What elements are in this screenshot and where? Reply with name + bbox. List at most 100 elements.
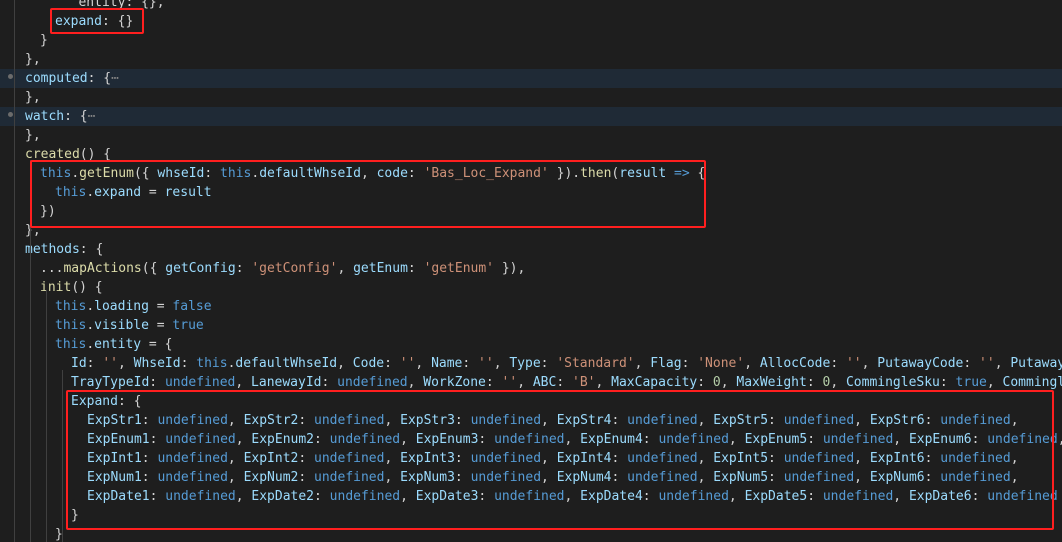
code-token: : {: [64, 109, 88, 124]
code-token: CommingleL: [1002, 375, 1062, 390]
code-token: PutawayCode: [877, 356, 964, 371]
code-token: '': [979, 356, 995, 371]
code-token: this: [55, 318, 87, 333]
code-token: 'B': [572, 375, 596, 390]
code-token: 0: [712, 375, 721, 390]
code-token: 'Standard': [556, 356, 635, 371]
code-token: ,: [595, 375, 612, 390]
code-token: :: [485, 375, 502, 390]
code-token: ,: [407, 375, 424, 390]
code-token: :: [963, 356, 980, 371]
code-token: this: [196, 356, 228, 371]
code-token: this: [55, 299, 87, 314]
code-token: :: [556, 375, 572, 390]
code-line[interactable]: expand: {}: [0, 12, 1062, 31]
code-line[interactable]: Id: '', WhseId: this.defaultWhseId, Code…: [0, 354, 1062, 373]
indent-guide: [14, 0, 15, 542]
code-token: defaultWhseId: [235, 356, 338, 371]
fold-marker-icon[interactable]: [8, 74, 13, 79]
indent-guide: [62, 370, 63, 542]
code-token: entity: [94, 337, 142, 352]
code-token: ,: [986, 375, 1003, 390]
code-token: Code: [352, 356, 385, 371]
code-token: .: [86, 318, 95, 333]
code-token: :: [462, 356, 479, 371]
code-token: :: [830, 356, 846, 371]
code-token: :: [681, 356, 698, 371]
code-token: ,: [830, 375, 846, 390]
code-token: Name: [431, 356, 463, 371]
code-line[interactable]: },: [0, 50, 1062, 69]
annotation-box-expand-object: [66, 390, 1054, 530]
code-token: getConfig: [165, 261, 236, 276]
code-token: =: [148, 299, 173, 314]
code-token: : {: [87, 71, 112, 86]
code-token: ,: [117, 356, 134, 371]
code-token: ⋯: [111, 71, 119, 86]
code-token: CommingleSku: [845, 375, 940, 390]
code-token: mapActions: [63, 261, 142, 276]
code-line[interactable]: watch: {⋯: [0, 107, 1062, 126]
code-line[interactable]: },: [0, 126, 1062, 145]
code-token: .: [86, 299, 95, 314]
code-token: () {: [71, 280, 103, 295]
code-line[interactable]: ...mapActions({ getConfig: 'getConfig', …: [0, 259, 1062, 278]
annotation-box-expand: [50, 8, 144, 34]
code-token: Flag: [650, 356, 682, 371]
code-token: ...: [40, 261, 64, 276]
code-token: ,: [634, 356, 651, 371]
code-token: ,: [517, 375, 533, 390]
code-token: :: [939, 375, 956, 390]
code-line[interactable]: this.entity = {: [0, 335, 1062, 354]
code-token: undefined: [164, 375, 236, 390]
code-token: ,: [415, 356, 432, 371]
code-token: '': [845, 356, 862, 371]
code-token: false: [172, 299, 212, 314]
code-token: '': [399, 356, 416, 371]
code-token: :: [540, 356, 557, 371]
code-token: getEnum: [353, 261, 408, 276]
code-token: :: [149, 375, 165, 390]
code-line[interactable]: this.loading = false: [0, 297, 1062, 316]
code-line[interactable]: }: [0, 31, 1062, 50]
code-token: visible: [94, 318, 149, 333]
code-line[interactable]: init() {: [0, 278, 1062, 297]
code-line[interactable]: },: [0, 88, 1062, 107]
code-token: ,: [861, 356, 878, 371]
code-line[interactable]: computed: {⋯: [0, 69, 1062, 88]
code-token: },: [25, 128, 41, 143]
code-line[interactable]: this.visible = true: [0, 316, 1062, 335]
code-token: LanewayId: [251, 375, 322, 390]
code-token: AllocCode: [759, 356, 831, 371]
code-token: :: [407, 261, 424, 276]
code-token: ABC: [532, 375, 557, 390]
code-token: WhseId: [133, 356, 181, 371]
indent-guide: [46, 290, 47, 542]
code-token: Id: [71, 356, 87, 371]
code-line[interactable]: methods: {: [0, 240, 1062, 259]
annotation-box-created: [30, 160, 706, 228]
code-token: undefined: [337, 375, 408, 390]
code-token: MaxCapacity: [611, 375, 698, 390]
code-editor[interactable]: }} ExpDate1: undefined, ExpDate2: undefin…: [0, 0, 1062, 542]
code-token: ,: [994, 356, 1011, 371]
code-token: loading: [94, 299, 149, 314]
code-token: 'getEnum': [423, 261, 495, 276]
code-token: 'getConfig': [251, 261, 338, 276]
code-token: :: [806, 375, 823, 390]
code-token: },: [25, 90, 41, 105]
code-token: ,: [744, 356, 760, 371]
fold-marker-icon[interactable]: [8, 112, 13, 117]
code-token: }: [40, 33, 48, 48]
code-token: : {: [79, 242, 104, 257]
code-token: '': [102, 356, 118, 371]
code-line[interactable]: entity: {},: [0, 0, 1062, 12]
code-token: .: [86, 337, 95, 352]
code-token: MaxWeight: [736, 375, 807, 390]
code-token: ,: [1058, 432, 1062, 447]
code-token: PutawayZo: [1010, 356, 1062, 371]
code-token: :: [697, 375, 713, 390]
code-token: true: [172, 318, 204, 333]
code-token: WorkZone: [423, 375, 486, 390]
code-token: },: [25, 52, 41, 67]
